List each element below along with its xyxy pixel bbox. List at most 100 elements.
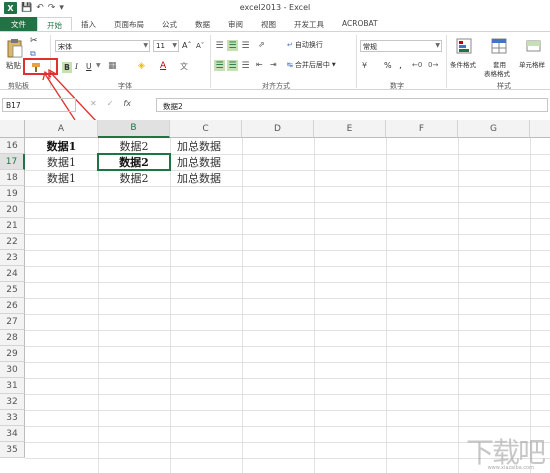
decrease-font-icon[interactable]: Aˇ bbox=[196, 42, 204, 50]
watermark-url: www.xiazaiba.com bbox=[487, 465, 534, 471]
decrease-indent-icon[interactable]: ⇤ bbox=[256, 60, 263, 69]
cancel-icon[interactable]: ✕ bbox=[90, 99, 97, 108]
phonetic-icon[interactable]: 文 bbox=[180, 61, 188, 72]
formula-input[interactable]: 数据2 bbox=[156, 98, 548, 112]
title-bar: X 💾 ↶ ↷ ▾ excel2013 - Excel bbox=[0, 0, 550, 17]
cell-c16[interactable]: 加总数据 bbox=[170, 138, 242, 154]
tab-file[interactable]: 文件 bbox=[0, 17, 37, 31]
row-header-17[interactable]: 17 bbox=[0, 154, 25, 170]
row-header-25[interactable]: 25 bbox=[0, 282, 25, 298]
font-size-value: 11 bbox=[156, 42, 165, 50]
tab-review[interactable]: 审阅 bbox=[219, 17, 252, 31]
conditional-format-button[interactable]: 条件格式 bbox=[450, 59, 476, 69]
cell-a16[interactable]: 数据1 bbox=[25, 138, 98, 154]
italic-icon[interactable]: I bbox=[75, 62, 78, 71]
row-header-19[interactable]: 19 bbox=[0, 186, 25, 202]
row-header-32[interactable]: 32 bbox=[0, 394, 25, 410]
bold-icon[interactable]: B bbox=[62, 62, 72, 73]
column-header-b[interactable]: B bbox=[98, 120, 170, 138]
underline-icon[interactable]: U bbox=[86, 62, 92, 71]
column-header-g[interactable]: G bbox=[458, 120, 530, 138]
worksheet-grid[interactable]: A B C D E F G 16 17 18 19 20 21 22 23 24 25 26 27 28… bbox=[0, 120, 550, 473]
decrease-decimal-icon[interactable]: 0→ bbox=[428, 61, 438, 69]
paste-icon[interactable] bbox=[6, 38, 24, 58]
group-label-alignment: 对齐方式 bbox=[262, 82, 290, 90]
wrap-text-button[interactable]: ↵ 自动换行 bbox=[287, 40, 323, 50]
select-all-corner[interactable] bbox=[0, 120, 25, 138]
insert-function-button[interactable]: fx bbox=[123, 99, 131, 108]
gridline bbox=[25, 394, 550, 395]
border-icon[interactable]: ▦ bbox=[108, 61, 117, 71]
increase-decimal-icon[interactable]: ←0 bbox=[412, 61, 422, 69]
row-header-21[interactable]: 21 bbox=[0, 218, 25, 234]
tab-view[interactable]: 视图 bbox=[252, 17, 285, 31]
row-header-31[interactable]: 31 bbox=[0, 378, 25, 394]
tab-data[interactable]: 数据 bbox=[186, 17, 219, 31]
cell-a17[interactable]: 数据1 bbox=[25, 154, 98, 170]
separator bbox=[210, 35, 211, 88]
row-header-22[interactable]: 22 bbox=[0, 234, 25, 250]
fill-color-icon[interactable]: ◈ bbox=[138, 61, 145, 71]
font-name-select[interactable]: 宋体 ▼ bbox=[55, 40, 150, 52]
row-header-35[interactable]: 35 bbox=[0, 442, 25, 458]
align-middle-icon[interactable]: ☰ bbox=[227, 40, 238, 51]
tab-acrobat[interactable]: ACROBAT bbox=[333, 17, 387, 31]
tab-home[interactable]: 开始 bbox=[37, 17, 72, 31]
format-as-table-icon[interactable] bbox=[491, 38, 507, 54]
name-box[interactable]: B17 bbox=[2, 98, 76, 112]
cut-icon[interactable]: ✂ bbox=[30, 36, 38, 46]
row-header-27[interactable]: 27 bbox=[0, 314, 25, 330]
column-header-c[interactable]: C bbox=[170, 120, 242, 138]
separator bbox=[356, 35, 357, 88]
tab-insert[interactable]: 插入 bbox=[72, 17, 105, 31]
align-right-icon[interactable]: ☰ bbox=[240, 60, 251, 71]
font-color-icon[interactable]: A bbox=[160, 61, 166, 71]
cell-styles-button[interactable]: 单元格样 bbox=[519, 59, 545, 69]
row-header-20[interactable]: 20 bbox=[0, 202, 25, 218]
gridline bbox=[25, 298, 550, 299]
column-header-f[interactable]: F bbox=[386, 120, 458, 138]
increase-font-icon[interactable]: Aˆ bbox=[182, 41, 191, 50]
row-header-34[interactable]: 34 bbox=[0, 426, 25, 442]
tab-page-layout[interactable]: 页面布局 bbox=[105, 17, 153, 31]
align-center-icon[interactable]: ☰ bbox=[227, 60, 238, 71]
cell-c18[interactable]: 加总数据 bbox=[170, 170, 242, 186]
cell-styles-icon[interactable] bbox=[526, 38, 542, 54]
row-header-29[interactable]: 29 bbox=[0, 346, 25, 362]
row-header-28[interactable]: 28 bbox=[0, 330, 25, 346]
increase-indent-icon[interactable]: ⇥ bbox=[270, 60, 277, 69]
row-header-26[interactable]: 26 bbox=[0, 298, 25, 314]
tab-developer[interactable]: 开发工具 bbox=[285, 17, 333, 31]
row-header-18[interactable]: 18 bbox=[0, 170, 25, 186]
row-header-16[interactable]: 16 bbox=[0, 138, 25, 154]
font-size-select[interactable]: 11 ▼ bbox=[153, 40, 179, 52]
merge-center-button[interactable]: ↹ 合并后居中 ▼ bbox=[287, 60, 336, 70]
window-title: excel2013 - Excel bbox=[239, 3, 311, 12]
column-header-partial[interactable] bbox=[530, 120, 550, 138]
row-header-30[interactable]: 30 bbox=[0, 362, 25, 378]
align-bottom-icon[interactable]: ☰ bbox=[240, 40, 251, 51]
format-as-table-label-2[interactable]: 表格格式 bbox=[484, 68, 510, 78]
chevron-down-icon[interactable]: ▼ bbox=[96, 62, 101, 69]
row-header-23[interactable]: 23 bbox=[0, 250, 25, 266]
orientation-icon[interactable]: ⇗ bbox=[258, 40, 265, 49]
percent-button[interactable]: % bbox=[384, 61, 392, 70]
currency-icon[interactable]: ¥ bbox=[362, 61, 367, 70]
align-top-icon[interactable]: ☰ bbox=[214, 40, 225, 51]
column-header-a[interactable]: A bbox=[25, 120, 98, 138]
column-header-d[interactable]: D bbox=[242, 120, 314, 138]
conditional-format-icon[interactable] bbox=[456, 38, 472, 54]
align-left-icon[interactable]: ☰ bbox=[214, 60, 225, 71]
tab-formulas[interactable]: 公式 bbox=[153, 17, 186, 31]
cell-a18[interactable]: 数据1 bbox=[25, 170, 98, 186]
row-header-24[interactable]: 24 bbox=[0, 266, 25, 282]
number-format-select[interactable]: 常规 ▼ bbox=[360, 40, 442, 52]
cell-c17[interactable]: 加总数据 bbox=[170, 154, 242, 170]
comma-button[interactable]: , bbox=[399, 61, 402, 71]
cell-b16[interactable]: 数据2 bbox=[98, 138, 170, 154]
paste-button[interactable]: 粘贴 bbox=[6, 60, 21, 71]
row-header-33[interactable]: 33 bbox=[0, 410, 25, 426]
cell-b18[interactable]: 数据2 bbox=[98, 170, 170, 186]
enter-icon[interactable]: ✓ bbox=[107, 99, 114, 108]
column-header-e[interactable]: E bbox=[314, 120, 386, 138]
